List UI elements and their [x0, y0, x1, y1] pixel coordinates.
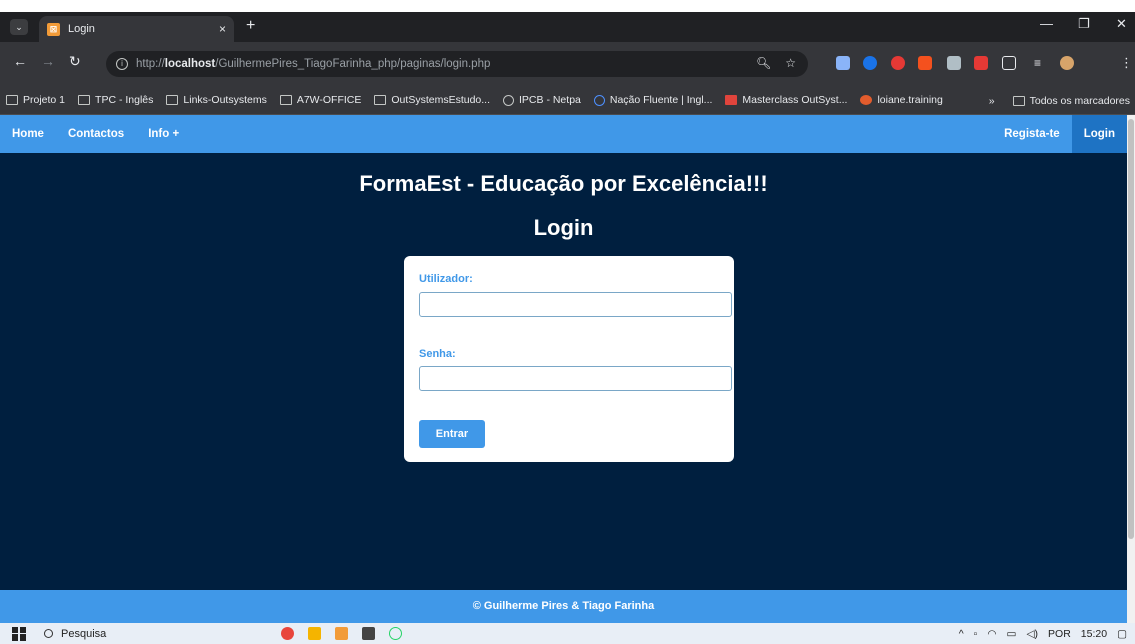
back-icon[interactable]: ← [13, 53, 27, 69]
folder-icon [279, 95, 292, 105]
clock[interactable]: 15:20 [1081, 628, 1107, 640]
extension-shield-icon[interactable] [863, 56, 877, 70]
screen-top-strip [0, 0, 1135, 12]
tray-meet-icon[interactable]: ▫ [974, 628, 978, 640]
battery-icon[interactable]: ▭ [1007, 628, 1017, 640]
browser-menu-icon[interactable]: ⋮ [1120, 56, 1134, 70]
bookmark-links-outsystems[interactable]: Links-Outsystems [166, 94, 267, 106]
extension-doc-icon[interactable] [836, 56, 850, 70]
extensions-puzzle-icon[interactable] [1002, 56, 1016, 70]
bookmark-masterclass[interactable]: Masterclass OutSyst... [725, 94, 847, 106]
globe-icon [503, 94, 515, 106]
restore-icon[interactable]: ❐ [1078, 16, 1090, 32]
close-window-icon[interactable]: ✕ [1116, 16, 1127, 32]
forward-icon[interactable]: → [41, 53, 55, 69]
xampp-taskbar-icon[interactable] [335, 627, 348, 640]
more-bookmarks-button[interactable]: » [989, 95, 995, 107]
whatsapp-taskbar-icon[interactable] [389, 627, 402, 640]
tab-title: Login [68, 23, 95, 35]
user-label: Utilizador: [419, 273, 473, 285]
folder-icon [78, 95, 91, 105]
nav-home[interactable]: Home [0, 115, 56, 153]
loiane-icon [860, 95, 873, 105]
tab-close-icon[interactable]: × [219, 22, 226, 36]
bookmark-ipcb-netpa[interactable]: IPCB - Netpa [503, 94, 581, 106]
page-scrollbar[interactable] [1127, 115, 1135, 623]
nav-contactos[interactable]: Contactos [56, 115, 136, 153]
folder-icon [6, 95, 18, 105]
bookmarks-bar: Projeto 1 TPC - Inglês Links-Outsystems … [0, 86, 1135, 115]
bookmark-projeto-1[interactable]: Projeto 1 [6, 94, 65, 106]
file-explorer-icon[interactable] [308, 627, 321, 640]
tab-bar: ⌄ ⊠ Login × + — ❐ ✕ [0, 12, 1135, 42]
scrollbar-thumb[interactable] [1128, 119, 1134, 539]
chrome-taskbar-icon[interactable] [281, 627, 294, 640]
volume-icon[interactable]: ◁) [1026, 628, 1038, 640]
nav-info[interactable]: Info + [136, 115, 191, 153]
profile-avatar[interactable] [1060, 56, 1074, 70]
all-bookmarks-button[interactable]: Todos os marcadores [1012, 95, 1130, 107]
browser-toolbar: ← → ↻ i http://localhost/GuilhermePires_… [0, 42, 1135, 86]
taskbar-search-label: Pesquisa [61, 627, 107, 640]
address-bar[interactable]: i http://localhost/GuilhermePires_TiagoF… [106, 51, 808, 77]
folder-icon [374, 95, 387, 105]
tray-chevron-icon[interactable]: ^ [959, 628, 964, 640]
bookmark-star-icon[interactable]: ☆ [785, 56, 796, 70]
reload-icon[interactable]: ↻ [69, 53, 81, 70]
folder-icon [166, 95, 179, 105]
site-heading: FormaEst - Educação por Excelência!!! [359, 171, 768, 196]
nav-login[interactable]: Login [1071, 115, 1127, 153]
system-tray: ^ ▫ ◠ ▭ ◁) POR 15:20 ▢ [959, 623, 1127, 644]
terminal-taskbar-icon[interactable] [362, 627, 375, 640]
site-info-icon[interactable]: i [116, 58, 128, 70]
folder-icon [1012, 95, 1025, 106]
windows-start-icon[interactable] [12, 626, 26, 641]
xampp-favicon-icon: ⊠ [47, 22, 60, 36]
language-indicator[interactable]: POR [1048, 628, 1071, 640]
bookmark-outsystems-estudo[interactable]: OutSystemsEstudo... [374, 94, 490, 106]
page-title: Login [533, 215, 594, 240]
browser-chrome: ⌄ ⊠ Login × + — ❐ ✕ ← → ↻ i http://local… [0, 12, 1135, 115]
site-footer: © Guilherme Pires & Tiago Farinha [0, 590, 1127, 623]
extension-opera-icon[interactable] [891, 56, 905, 70]
tab-search-icon[interactable]: ⌄ [10, 19, 28, 35]
bookmark-a7w-office[interactable]: A7W-OFFICE [279, 94, 361, 106]
bookmark-tpc-ingles[interactable]: TPC - Inglês [78, 94, 153, 106]
web-page: Home Contactos Info + Regista-te Login F… [0, 115, 1127, 623]
wifi-icon[interactable]: ◠ [987, 628, 996, 640]
user-input[interactable] [419, 292, 732, 317]
masterclass-icon [725, 95, 738, 105]
bookmark-loiane[interactable]: loiane.training [860, 94, 943, 106]
reading-list-icon[interactable]: ≡ [1034, 56, 1048, 70]
url-text: http://localhost/GuilhermePires_TiagoFar… [136, 58, 491, 70]
tab-login[interactable]: ⊠ Login × [39, 16, 234, 42]
new-tab-button[interactable]: + [246, 17, 255, 35]
password-input[interactable] [419, 366, 732, 391]
password-label: Senha: [419, 348, 456, 360]
nacao-fluente-icon [593, 94, 605, 106]
zoom-icon[interactable]: 🔍︎ [756, 56, 771, 70]
extension-pin-icon[interactable] [918, 56, 932, 70]
bookmark-nacao-fluente[interactable]: Nação Fluente | Ingl... [593, 94, 712, 106]
submit-button[interactable]: Entrar [419, 420, 485, 448]
search-icon [44, 629, 53, 638]
minimize-icon[interactable]: — [1040, 16, 1053, 31]
notifications-icon[interactable]: ▢ [1117, 628, 1127, 640]
login-form-card: Utilizador: Senha: Entrar [404, 256, 734, 462]
nav-registar[interactable]: Regista-te [992, 115, 1072, 153]
taskbar-search[interactable]: Pesquisa [44, 628, 259, 640]
extension-box-icon[interactable] [947, 56, 961, 70]
windows-taskbar: Pesquisa ^ ▫ ◠ ▭ ◁) POR 15:20 ▢ [0, 623, 1135, 644]
site-navbar: Home Contactos Info + Regista-te Login [0, 115, 1127, 153]
extension-red-icon[interactable] [974, 56, 988, 70]
